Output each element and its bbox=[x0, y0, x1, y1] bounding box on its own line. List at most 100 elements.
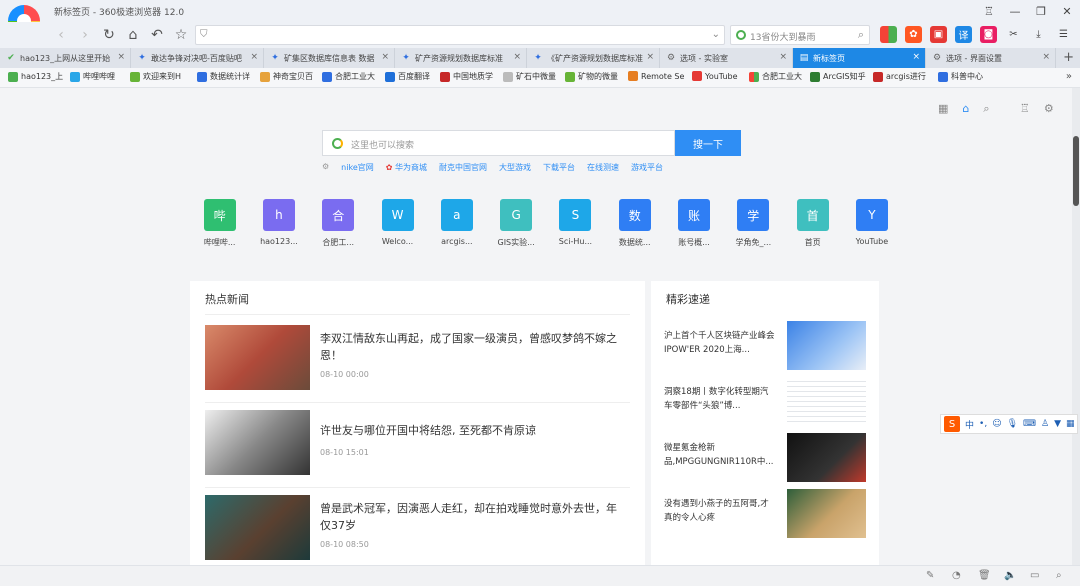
highlight-item[interactable]: 没有遇到小燕子的五阿哥,才真的令人心疼 bbox=[664, 489, 866, 544]
quick-link[interactable]: ✿ 华为商城 bbox=[386, 162, 427, 173]
speed-dial-item[interactable]: 数数据统... bbox=[605, 199, 664, 248]
bookmark-item[interactable]: hao123_上 bbox=[8, 71, 64, 82]
tab-options-ui[interactable]: ⚙ 选项 - 界面设置 × bbox=[926, 48, 1056, 68]
highlight-item[interactable]: 洞察18期丨数字化转型期汽车零部件“头狼”博... bbox=[664, 377, 866, 432]
quick-link[interactable]: 耐克中国官网 bbox=[439, 162, 487, 173]
speed-dial-item[interactable]: W Welco... bbox=[368, 199, 427, 248]
speed-icon[interactable]: ◔ bbox=[952, 570, 961, 581]
search-icon[interactable]: ⌕ bbox=[858, 28, 864, 42]
close-tab-icon[interactable]: × bbox=[912, 52, 920, 62]
speed-dial-item[interactable]: a arcgis... bbox=[427, 199, 486, 248]
page-search-input[interactable]: 这里也可以搜索 bbox=[322, 130, 675, 156]
speed-dial-item[interactable]: S Sci-Hu... bbox=[546, 199, 605, 248]
minimize-button[interactable]: — bbox=[1002, 0, 1028, 22]
bookmark-item[interactable]: Remote Se bbox=[628, 71, 686, 81]
news-item[interactable]: 许世友与哪位开国中将结怨, 至死都不肯原谅 08-10 15:01 bbox=[205, 410, 630, 488]
skin-icon[interactable]: ♖ bbox=[976, 0, 1002, 22]
scissors-icon[interactable]: ✂ bbox=[1005, 26, 1022, 43]
close-button[interactable]: ✕ bbox=[1054, 0, 1080, 22]
settings-icon[interactable]: ⚙ bbox=[1044, 102, 1054, 115]
punctuation-icon[interactable]: •, bbox=[979, 419, 987, 429]
zoom-icon[interactable]: ⌕ bbox=[1056, 570, 1062, 581]
tab-options-lab[interactable]: ⚙ 选项 - 实验室 × bbox=[660, 48, 793, 68]
bookmark-item[interactable]: ArcGIS知乎 bbox=[810, 71, 868, 82]
quick-link[interactable]: 下载平台 bbox=[543, 162, 575, 173]
trash-icon[interactable]: 🗑 bbox=[978, 570, 991, 581]
bookmark-item[interactable]: 神奇宝贝百 bbox=[260, 71, 318, 82]
close-tab-icon[interactable]: × bbox=[381, 52, 389, 62]
gift-icon[interactable]: ▣ bbox=[930, 26, 947, 43]
bookmark-item[interactable]: YouTube bbox=[692, 71, 744, 81]
volume-icon[interactable]: 🔈 bbox=[1004, 570, 1016, 581]
back-icon[interactable]: ‹ bbox=[52, 26, 70, 44]
tab-hao123[interactable]: ✔ hao123_上网从这里开始 × bbox=[0, 48, 131, 68]
capture-icon[interactable]: ◙ bbox=[980, 26, 997, 43]
close-tab-icon[interactable]: × bbox=[513, 52, 521, 62]
download-icon[interactable]: ⤓ bbox=[1030, 26, 1047, 43]
speed-dial-item[interactable]: h hao123... bbox=[249, 199, 308, 248]
microphone-icon[interactable]: 🎙 bbox=[1007, 419, 1018, 429]
bookmark-item[interactable]: 哔哩哔哩 bbox=[70, 71, 126, 82]
tab-resource-std[interactable]: ✦ 矿产资源规划数据库标准 × bbox=[395, 48, 527, 68]
new-tab-button[interactable]: + bbox=[1063, 50, 1074, 65]
news-item[interactable]: 曾是武术冠军，因演恶人走红，却在拍戏睡觉时意外去世，年仅37岁 08-10 08… bbox=[205, 495, 630, 573]
scrollbar-thumb[interactable] bbox=[1073, 136, 1079, 206]
bookmark-item[interactable]: 矿石中微量 bbox=[503, 71, 561, 82]
close-tab-icon[interactable]: × bbox=[117, 52, 125, 62]
bookmark-item[interactable]: 欢迎来到H bbox=[130, 71, 192, 82]
speed-dial-item[interactable]: 首首页 bbox=[783, 199, 842, 248]
keyboard-icon[interactable]: ⌨ bbox=[1023, 419, 1036, 429]
tab-tieba[interactable]: ✦ 敢达争锋对决吧-百度贴吧 × bbox=[131, 48, 264, 68]
highlight-item[interactable]: 微星氪金枪新品,MPGGUNGNIR110R中... bbox=[664, 433, 866, 488]
search-box[interactable]: 13省份大到暴雨 ⌕ bbox=[730, 25, 870, 45]
bookmark-item[interactable]: 矿物的微量 bbox=[565, 71, 627, 82]
menu-icon[interactable]: ☰ bbox=[1055, 26, 1072, 43]
close-tab-icon[interactable]: × bbox=[250, 52, 258, 62]
quick-link[interactable]: nike官网 bbox=[341, 162, 374, 173]
ime-toolbar[interactable]: S 中 •, ☺ 🎙 ⌨ ♙ ▼ ▦ bbox=[940, 414, 1078, 434]
skin-icon[interactable]: ♖ bbox=[1020, 102, 1030, 115]
bookmark-item[interactable]: 科普中心 bbox=[938, 71, 994, 82]
bookmark-item[interactable]: 合肥工业大 bbox=[322, 71, 380, 82]
settings-icon[interactable]: ⚙ bbox=[322, 162, 329, 173]
scrollbar[interactable] bbox=[1072, 88, 1080, 565]
speed-dial-item[interactable]: G GIS实验... bbox=[486, 199, 545, 248]
star-icon[interactable]: ☆ bbox=[172, 26, 190, 44]
close-tab-icon[interactable]: × bbox=[646, 52, 654, 62]
quick-link[interactable]: 游戏平台 bbox=[631, 162, 663, 173]
window-icon[interactable]: ▭ bbox=[1030, 570, 1039, 581]
tab-resource-std-2[interactable]: ✦ 《矿产资源规划数据库标准 × bbox=[527, 48, 660, 68]
highlight-item[interactable]: 沪上首个千人区块链产业峰会IPOW'ER 2020上海... bbox=[664, 321, 866, 376]
close-tab-icon[interactable]: × bbox=[1042, 52, 1050, 62]
speed-dial-item[interactable]: 学学角免_... bbox=[724, 199, 783, 248]
speed-dial-item[interactable]: 账账号概... bbox=[664, 199, 723, 248]
apps-icon[interactable] bbox=[880, 26, 897, 43]
quick-link[interactable]: 在线测速 bbox=[587, 162, 619, 173]
speed-dial-item[interactable]: 哔哔哩哔... bbox=[190, 199, 249, 248]
grid-icon[interactable]: ▦ bbox=[938, 102, 948, 116]
translate-icon[interactable]: 译 bbox=[955, 26, 972, 43]
bookmark-item[interactable]: 百度翻译 bbox=[385, 71, 443, 82]
bookmark-item[interactable]: 数据统计详 bbox=[197, 71, 255, 82]
chevron-right-icon[interactable]: » bbox=[1066, 71, 1072, 82]
tab-new-tab[interactable]: ▤ 新标签页 × bbox=[793, 48, 926, 68]
bookmark-item[interactable]: 中国地质学 bbox=[440, 71, 498, 82]
quick-link[interactable]: 大型游戏 bbox=[499, 162, 531, 173]
person-icon[interactable]: ♙ bbox=[1041, 419, 1049, 429]
shirt-icon[interactable]: ▼ bbox=[1054, 419, 1061, 429]
broom-icon[interactable]: ✎ bbox=[926, 570, 934, 581]
undo-close-icon[interactable]: ↶ bbox=[148, 26, 166, 44]
search-icon[interactable]: ⌕ bbox=[983, 102, 989, 116]
maximize-button[interactable]: ❐ bbox=[1028, 0, 1054, 22]
bookmark-item[interactable]: 合肥工业大 bbox=[749, 71, 805, 82]
game-icon[interactable]: ✿ bbox=[905, 26, 922, 43]
bookmark-item[interactable]: arcgis进行 bbox=[873, 71, 933, 82]
home-icon[interactable]: ⌂ bbox=[124, 26, 142, 44]
home-icon[interactable]: ⌂ bbox=[962, 102, 969, 116]
tab-mine-db[interactable]: ✦ 矿集区数据库信息表 数据 × bbox=[264, 48, 395, 68]
speed-dial-item[interactable]: 合合肥工... bbox=[309, 199, 368, 248]
news-item[interactable]: 李双江情敌东山再起，成了国家一级演员，曾感叹梦鸽不嫁之恩！ 08-10 00:0… bbox=[205, 325, 630, 403]
ime-mode[interactable]: 中 bbox=[965, 418, 974, 431]
close-tab-icon[interactable]: × bbox=[779, 52, 787, 62]
reload-icon[interactable]: ↻ bbox=[100, 26, 118, 44]
